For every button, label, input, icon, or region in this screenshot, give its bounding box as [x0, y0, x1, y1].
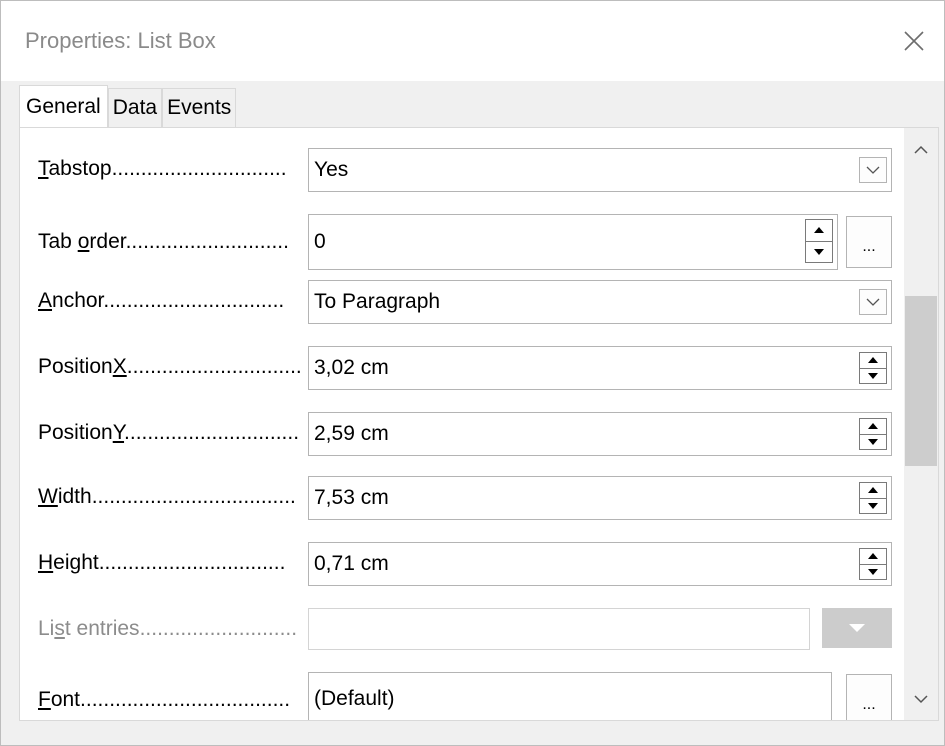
width-row: Width...................................… — [20, 476, 900, 520]
triangle-up-icon — [868, 357, 878, 364]
tabstop-select[interactable]: Yes — [308, 148, 892, 192]
position-x-value: 3,02 cm — [314, 356, 389, 379]
title-bar: Properties: List Box — [1, 1, 944, 81]
anchor-row: Anchor............................... To… — [20, 280, 900, 324]
tabstop-value: Yes — [314, 158, 349, 181]
triangle-down-icon — [814, 248, 824, 255]
dialog-title: Properties: List Box — [25, 28, 216, 53]
height-field[interactable]: 0,71 cm — [308, 542, 892, 586]
tabstop-label: Tabstop.............................. — [38, 157, 287, 180]
position-y-row: PositionY.............................. … — [20, 412, 900, 456]
position-y-spin-down[interactable] — [859, 434, 887, 450]
triangle-down-icon — [868, 372, 878, 379]
triangle-up-icon — [868, 487, 878, 494]
tab-order-row: Tab order............................ 0 … — [20, 214, 900, 270]
position-x-row: PositionX.............................. … — [20, 346, 900, 390]
tab-order-ellipsis-button[interactable]: ... — [846, 216, 892, 268]
tab-order-value: 0 — [314, 230, 326, 253]
triangle-down-icon — [868, 502, 878, 509]
triangle-down-icon — [868, 568, 878, 575]
scroll-up-button[interactable] — [904, 132, 938, 166]
close-button[interactable] — [884, 1, 944, 81]
triangle-down-icon — [868, 438, 878, 445]
vertical-scrollbar[interactable] — [904, 128, 938, 720]
position-y-label: PositionY.............................. — [38, 421, 300, 444]
position-x-spinner[interactable] — [859, 352, 887, 384]
position-y-spinner[interactable] — [859, 418, 887, 450]
anchor-label: Anchor............................... — [38, 289, 285, 312]
height-spin-down[interactable] — [859, 564, 887, 580]
width-spinner[interactable] — [859, 482, 887, 514]
chevron-down-icon — [914, 694, 928, 703]
list-entries-dropdown-button — [822, 608, 892, 648]
general-panel: Tabstop.............................. Ye… — [19, 127, 939, 721]
position-x-spin-down[interactable] — [859, 368, 887, 384]
position-x-spin-up[interactable] — [859, 352, 887, 369]
tabstop-dropdown-button[interactable] — [859, 157, 887, 183]
properties-dialog: Properties: List Box General Data Events… — [0, 0, 945, 746]
width-spin-up[interactable] — [859, 482, 887, 499]
height-spinner[interactable] — [859, 548, 887, 580]
anchor-dropdown-button[interactable] — [859, 289, 887, 315]
tab-order-spin-up[interactable] — [805, 219, 833, 242]
scroll-down-button[interactable] — [904, 682, 938, 716]
width-spin-down[interactable] — [859, 498, 887, 514]
height-row: Height................................ 0… — [20, 542, 900, 586]
chevron-up-icon — [914, 145, 928, 154]
position-x-label: PositionX.............................. — [38, 355, 302, 378]
height-label: Height................................ — [38, 551, 286, 574]
position-y-value: 2,59 cm — [314, 422, 389, 445]
tab-bar: General Data Events — [19, 85, 237, 128]
triangle-up-icon — [814, 227, 824, 234]
tab-order-spin-down[interactable] — [805, 241, 833, 263]
position-x-field[interactable]: 3,02 cm — [308, 346, 892, 390]
height-value: 0,71 cm — [314, 552, 389, 575]
triangle-up-icon — [868, 553, 878, 560]
font-field[interactable]: (Default) — [308, 672, 832, 720]
position-y-spin-up[interactable] — [859, 418, 887, 435]
tab-order-field[interactable]: 0 — [308, 214, 838, 270]
font-value: (Default) — [314, 687, 395, 710]
close-icon — [904, 31, 924, 51]
tab-order-spinner[interactable] — [805, 219, 833, 263]
chevron-down-icon — [866, 298, 880, 306]
width-value: 7,53 cm — [314, 486, 389, 509]
position-y-field[interactable]: 2,59 cm — [308, 412, 892, 456]
height-spin-up[interactable] — [859, 548, 887, 565]
list-entries-row: List entries........................... — [20, 608, 900, 650]
tab-events[interactable]: Events — [162, 88, 237, 128]
tab-order-label: Tab order............................ — [38, 230, 289, 253]
font-row: Font....................................… — [20, 672, 900, 720]
scroll-thumb[interactable] — [905, 296, 937, 466]
tab-general[interactable]: General — [19, 85, 108, 128]
list-entries-field — [308, 608, 810, 650]
tabstop-row: Tabstop.............................. Ye… — [20, 148, 900, 192]
font-label: Font.................................... — [38, 688, 291, 711]
anchor-value: To Paragraph — [314, 290, 441, 313]
triangle-down-icon — [849, 624, 865, 632]
tab-data[interactable]: Data — [107, 88, 163, 128]
anchor-select[interactable]: To Paragraph — [308, 280, 892, 324]
width-label: Width................................... — [38, 485, 296, 508]
width-field[interactable]: 7,53 cm — [308, 476, 892, 520]
font-ellipsis-button[interactable]: ... — [846, 674, 892, 720]
list-entries-label: List entries........................... — [38, 617, 298, 640]
triangle-up-icon — [868, 423, 878, 430]
chevron-down-icon — [866, 166, 880, 174]
